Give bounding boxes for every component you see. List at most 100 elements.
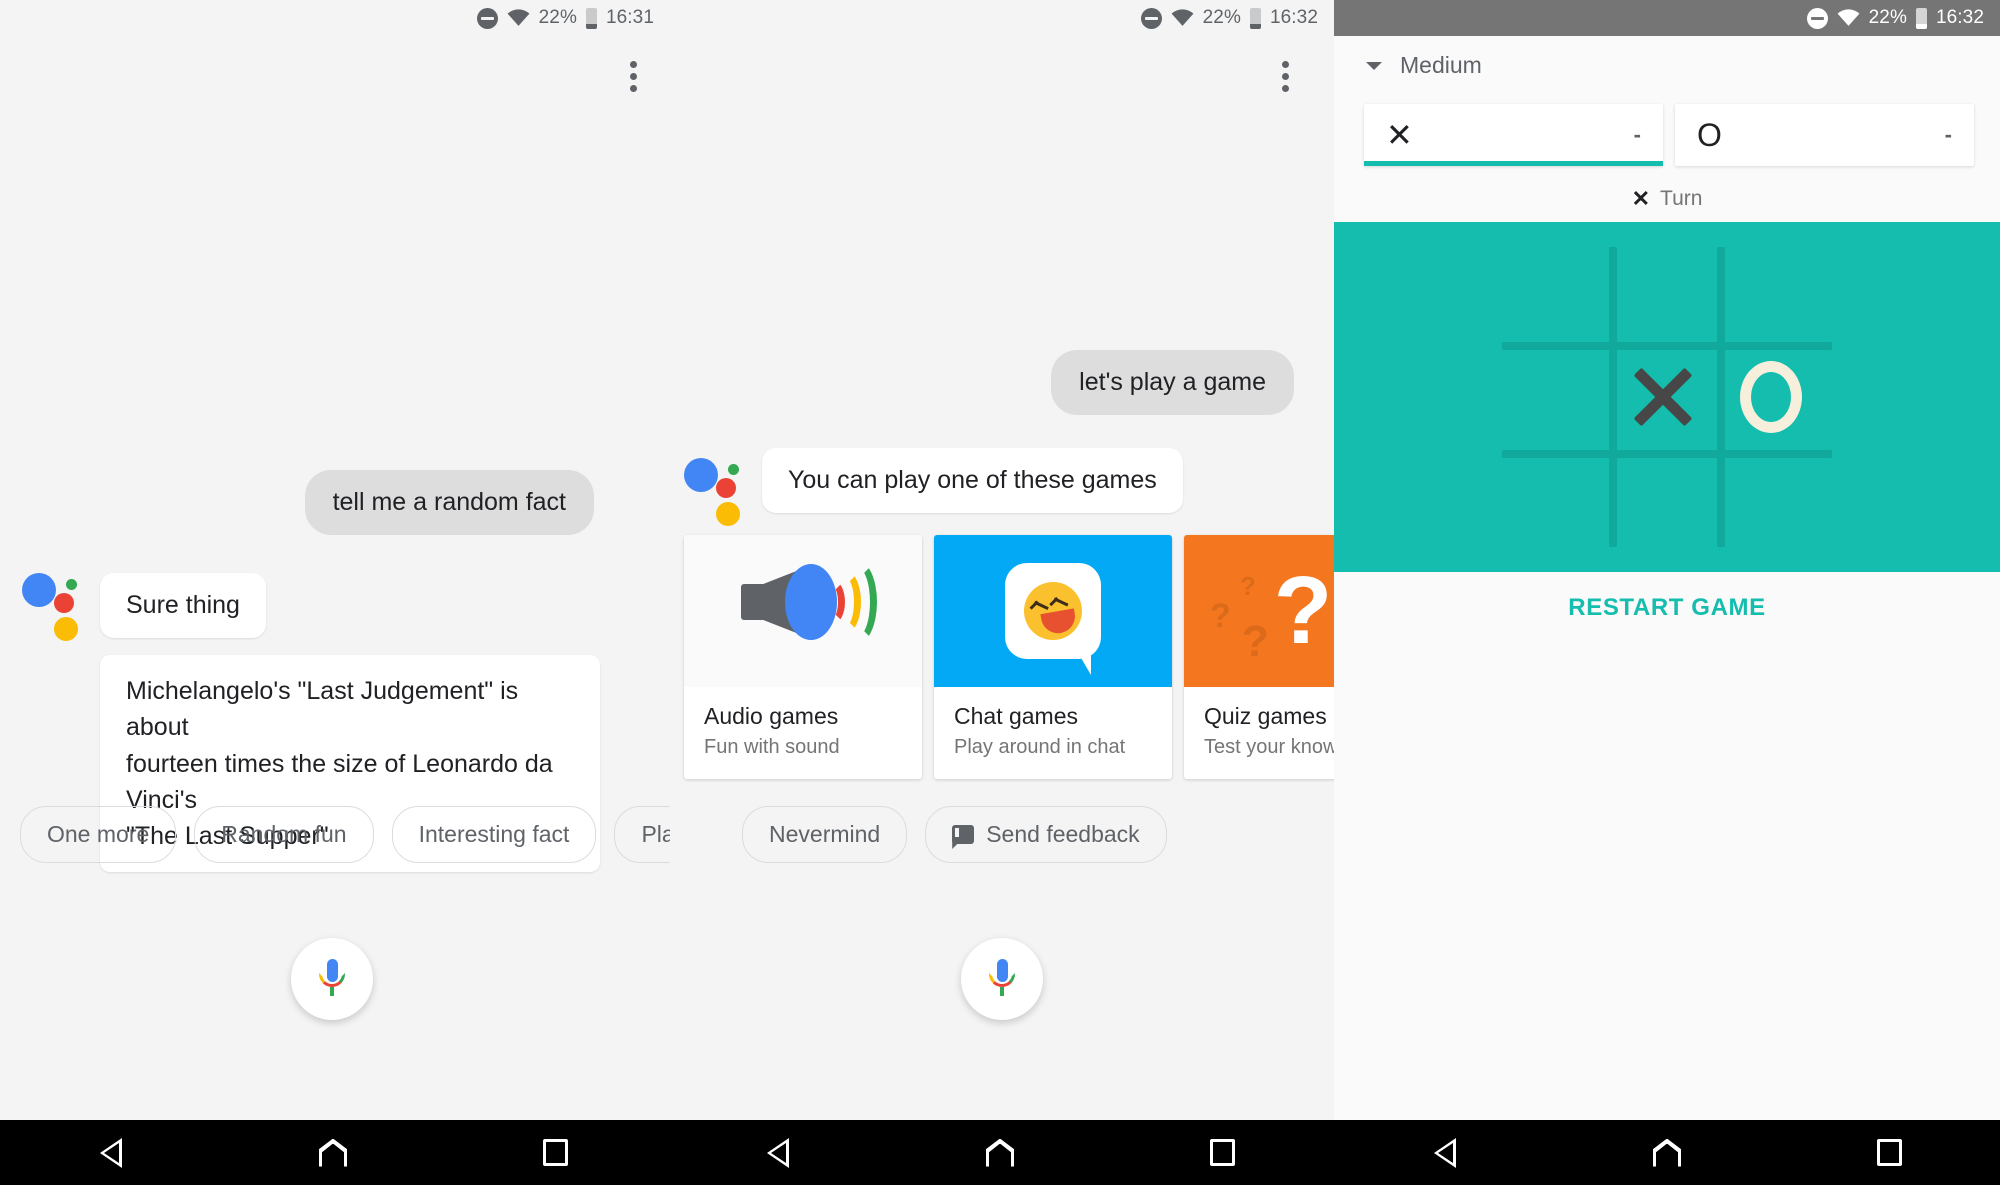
emoji-face — [1019, 577, 1087, 645]
player-score-x: - — [1633, 122, 1641, 147]
assistant-logo-icon — [22, 565, 78, 641]
chip-send-feedback[interactable]: Send feedback — [925, 806, 1167, 863]
user-message-bubble: tell me a random fact — [304, 470, 594, 535]
microphone-icon — [989, 959, 1015, 999]
chip-interesting-fact[interactable]: Interesting fact — [391, 806, 597, 863]
board-cell-0[interactable] — [1508, 246, 1608, 346]
sound-wave-3 — [837, 560, 877, 644]
home-button[interactable] — [965, 1120, 1035, 1185]
card-body: Quiz games Test your knowledge — [1184, 687, 1334, 779]
back-button[interactable] — [76, 1120, 146, 1185]
dot — [629, 84, 637, 92]
board-cell-5[interactable] — [1721, 347, 1821, 447]
turn-mark-icon: ✕ — [1631, 186, 1651, 211]
home-button[interactable] — [1632, 1120, 1702, 1185]
player-card-x[interactable]: ✕ - — [1364, 104, 1663, 166]
feedback-icon — [952, 825, 975, 844]
game-card-chat[interactable]: Chat games Play around in chat — [934, 535, 1172, 779]
player-mark-o: O — [1697, 116, 1722, 153]
wifi-icon — [1837, 9, 1860, 26]
recents-icon — [1209, 1139, 1235, 1166]
turn-indicator: ✕ Turn — [1334, 186, 2000, 212]
do-not-disturb-icon — [1140, 7, 1162, 29]
chip-label: Play a game — [641, 821, 670, 847]
board-cell-7[interactable] — [1613, 453, 1713, 553]
emoji-eye-left — [1033, 600, 1049, 610]
assistant-panel-game-picker: 22% 16:32 let's play a game You can play… — [670, 0, 1334, 1120]
nav-group-right — [1334, 1120, 2000, 1185]
dot — [629, 60, 637, 68]
do-not-disturb-icon — [1806, 7, 1828, 29]
player-score-o: - — [1944, 122, 1952, 147]
mark-x — [1635, 369, 1691, 425]
board-cell-8[interactable] — [1721, 453, 1821, 553]
question-mark-icon: ? — [1242, 617, 1269, 666]
difficulty-selector[interactable]: Medium — [1366, 52, 1482, 79]
battery-percent-label: 22% — [1868, 7, 1907, 28]
logo-dot-blue — [22, 573, 56, 607]
clock-label: 16:32 — [1269, 7, 1318, 28]
dot — [1281, 72, 1289, 80]
chip-label: Interesting fact — [418, 821, 570, 847]
overflow-menu-button[interactable] — [1267, 58, 1303, 94]
back-button[interactable] — [743, 1120, 813, 1185]
card-title: Quiz games — [1204, 703, 1327, 729]
game-card-quiz[interactable]: ? ? ? ? ? ? Quiz games Test your knowled… — [1184, 535, 1334, 779]
recents-icon — [1876, 1139, 1902, 1166]
chip-one-more[interactable]: One more — [20, 806, 177, 863]
mic-arc — [989, 973, 1015, 987]
mic-base — [1000, 987, 1004, 996]
tic-tac-toe-board[interactable] — [1334, 222, 2000, 572]
chip-play-a-game[interactable]: Play a game — [614, 806, 670, 863]
restart-game-button[interactable]: RESTART GAME — [1568, 594, 1765, 622]
assistant-message-bubble: You can play one of these games — [762, 448, 1183, 513]
wifi-icon — [507, 9, 530, 26]
logo-dot-yellow — [54, 617, 78, 641]
microphone-icon — [319, 959, 345, 999]
recents-button[interactable] — [520, 1120, 590, 1185]
suggestion-chip-row-left: One more Random fun Interesting fact Pla… — [20, 806, 670, 863]
mic-arc — [319, 973, 345, 987]
player-mark-x: ✕ — [1386, 117, 1413, 153]
restart-row: RESTART GAME — [1334, 572, 2000, 644]
wifi-icon — [1171, 9, 1194, 26]
home-icon — [986, 1139, 1014, 1167]
recents-button[interactable] — [1854, 1120, 1924, 1185]
chip-nevermind[interactable]: Nevermind — [742, 806, 908, 863]
player-card-o[interactable]: O - — [1675, 104, 1974, 166]
board-cell-4[interactable] — [1613, 347, 1713, 447]
home-button[interactable] — [298, 1120, 368, 1185]
card-art: ? ? ? ? ? ? — [1184, 535, 1334, 687]
board-cell-2[interactable] — [1721, 246, 1821, 346]
chip-label: One more — [47, 821, 150, 847]
recents-button[interactable] — [1187, 1120, 1257, 1185]
status-bar-left: 22% 16:31 — [0, 0, 670, 36]
game-card-carousel[interactable]: Audio games Fun with sound Chat games Pl… — [684, 535, 1334, 779]
board-cell-1[interactable] — [1613, 246, 1713, 346]
dot — [1281, 60, 1289, 68]
back-button[interactable] — [1410, 1120, 1480, 1185]
assistant-logo-icon — [684, 450, 740, 526]
logo-dot-green — [66, 579, 77, 590]
suggestion-chip-row-mid: Nevermind Send feedback — [742, 806, 1167, 863]
chip-label: Random fun — [221, 821, 347, 847]
card-title: Chat games — [954, 703, 1079, 729]
chip-random-fun[interactable]: Random fun — [194, 806, 374, 863]
battery-percent-label: 22% — [1202, 7, 1241, 28]
battery-icon — [1915, 7, 1927, 29]
card-subtitle: Fun with sound — [704, 736, 840, 758]
question-mark-icon: ? — [1210, 597, 1231, 635]
microphone-button[interactable] — [291, 938, 373, 1020]
card-art — [934, 535, 1172, 687]
game-card-audio[interactable]: Audio games Fun with sound — [684, 535, 922, 779]
microphone-button[interactable] — [961, 938, 1043, 1020]
mark-o — [1740, 361, 1802, 433]
overflow-menu-button[interactable] — [615, 58, 651, 94]
board-cell-3[interactable] — [1508, 347, 1608, 447]
assistant-message-bubble: Sure thing — [100, 573, 266, 638]
logo-dot-blue — [684, 458, 718, 492]
home-icon — [1653, 1139, 1681, 1167]
battery-percent-label: 22% — [538, 7, 577, 28]
board-cell-6[interactable] — [1508, 453, 1608, 553]
card-body: Audio games Fun with sound — [684, 687, 922, 779]
